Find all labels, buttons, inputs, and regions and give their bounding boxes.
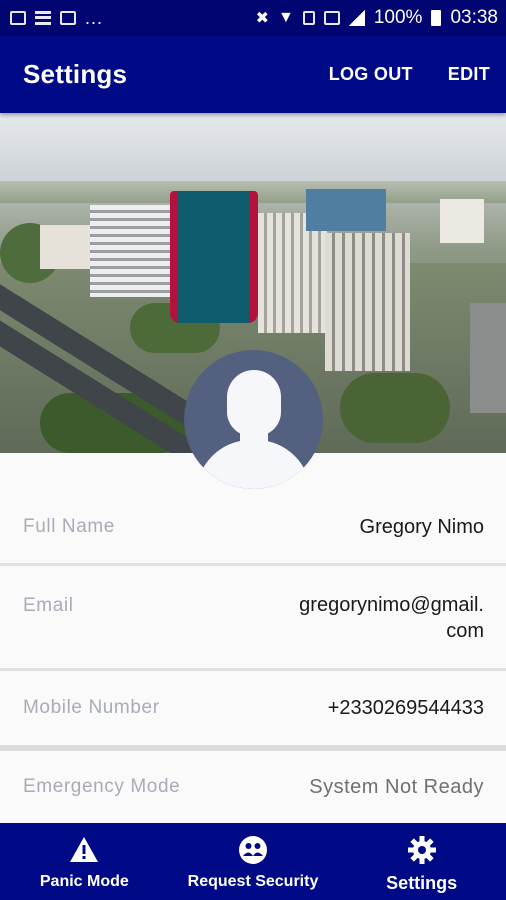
clock: 03:38 (450, 7, 498, 28)
email-value-line1: gregorynimo@gmail. (299, 594, 484, 616)
full-name-label: Full Name (23, 516, 115, 537)
cover-building-2 (90, 205, 170, 297)
battery-percent: 100% (373, 7, 423, 28)
image-icon (10, 11, 26, 25)
nav-settings[interactable]: Settings (337, 823, 506, 900)
email-label: Email (23, 595, 74, 616)
user-silhouette-icon (227, 370, 281, 436)
app-bar-actions: LOG OUT EDIT (329, 64, 490, 85)
emergency-mode-label: Emergency Mode (23, 776, 181, 797)
mobile-number-label: Mobile Number (23, 697, 160, 718)
avatar[interactable] (184, 350, 323, 489)
avatar-shoulders (196, 440, 311, 489)
nav-settings-label: Settings (386, 873, 458, 893)
data-icon (323, 11, 340, 25)
cover-building-5 (440, 199, 484, 243)
email-value: gregorynimo@gmail. com (299, 592, 484, 644)
field-emergency-mode: Emergency Mode System Not Ready (0, 751, 506, 823)
nav-request-security-label: Request Security (187, 873, 319, 890)
cover-building-6 (470, 303, 506, 413)
list-icon (35, 11, 51, 25)
cover-building-blue (306, 189, 386, 231)
cover-building-3 (258, 213, 330, 333)
cover-trees-right (340, 373, 450, 443)
wifi-icon: ▼ (278, 9, 294, 26)
gear-icon (407, 836, 436, 864)
warning-icon (70, 837, 99, 862)
page-title: Settings (23, 59, 128, 89)
mobile-number-value: +2330269544433 (327, 697, 484, 719)
battery-icon (431, 10, 442, 26)
nav-panic-mode[interactable]: Panic Mode (0, 823, 169, 900)
mail-icon (60, 11, 76, 25)
field-email: Email gregorynimo@gmail. com (0, 566, 506, 668)
security-icon (239, 836, 267, 864)
cover-tower-red (170, 191, 258, 323)
emergency-mode-value: System Not Ready (309, 776, 484, 798)
cover-building-1 (40, 225, 92, 269)
field-mobile-number: Mobile Number +2330269544433 (0, 671, 506, 745)
status-bar: ... ✖ ▼ 100% 03:38 (0, 0, 506, 36)
sim-icon (302, 11, 315, 25)
profile-fields: Full Name Gregory Nimo Email gregorynimo… (0, 453, 506, 823)
nav-panic-mode-label: Panic Mode (39, 873, 129, 890)
full-name-value: Gregory Nimo (359, 516, 484, 538)
edit-button[interactable]: EDIT (448, 64, 490, 85)
more-notifications: ... (85, 8, 104, 28)
status-bar-right: ✖ ▼ 100% 03:38 (256, 7, 498, 29)
status-bar-left: ... (10, 9, 103, 27)
nav-request-security[interactable]: Request Security (169, 823, 338, 900)
mute-icon: ✖ (255, 10, 269, 27)
cover-building-4 (325, 233, 410, 371)
app-bar: Settings LOG OUT EDIT (0, 36, 506, 113)
logout-button[interactable]: LOG OUT (329, 64, 413, 85)
bottom-nav: Panic Mode Request Security Settings (0, 823, 506, 900)
email-value-line2: com (446, 620, 484, 642)
signal-icon (348, 10, 365, 26)
